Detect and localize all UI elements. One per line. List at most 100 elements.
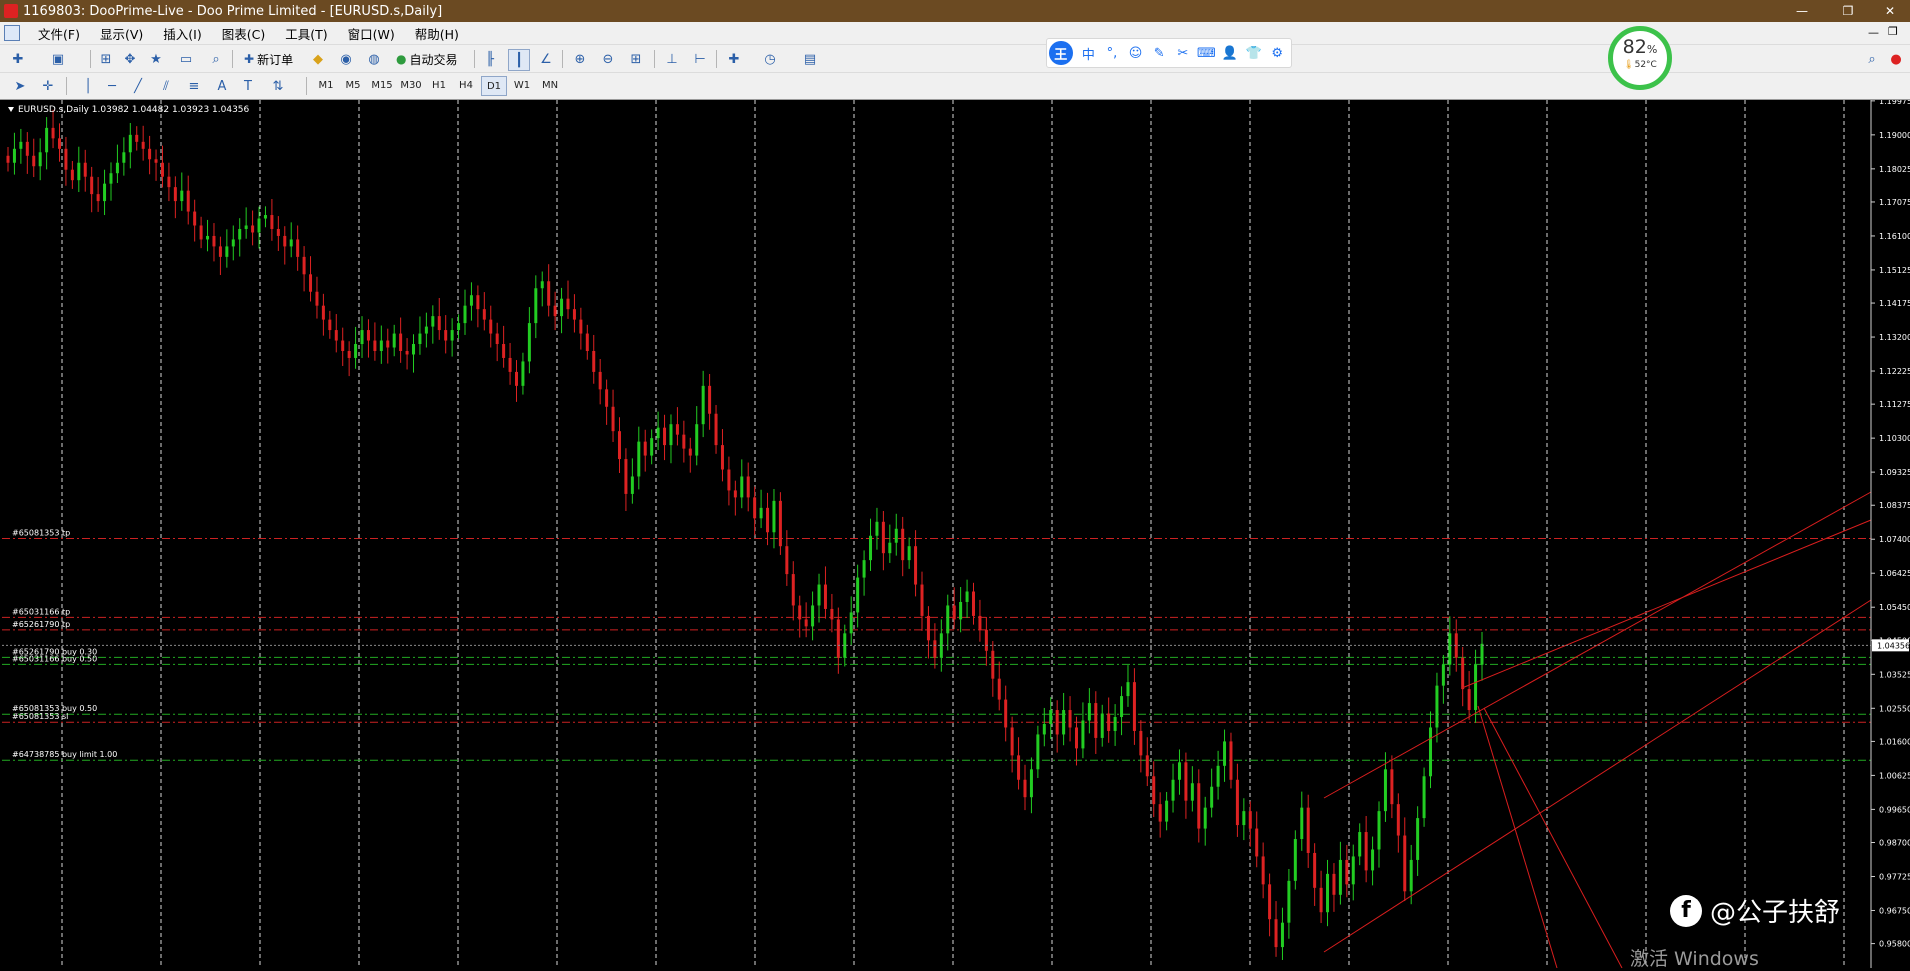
chart-shift-icon[interactable]: ⊢	[690, 49, 710, 69]
pen-icon[interactable]: ✎	[1149, 46, 1169, 61]
candle-body	[244, 225, 248, 229]
price-chart[interactable]: #65081353 tp#65031166 tp#65261790 tp#652…	[2, 100, 1910, 968]
candlestick-icon[interactable]: ┃	[508, 49, 530, 71]
order-label: #65081353 sl	[12, 712, 68, 721]
line-chart-icon[interactable]: ∠	[536, 49, 556, 69]
candle-body	[920, 584, 924, 616]
templates-icon[interactable]: ▤	[800, 49, 820, 69]
arrows-icon[interactable]: ⇅	[268, 76, 288, 96]
timeframe-m15[interactable]: M15	[368, 76, 396, 94]
menu-window[interactable]: 窗口(W)	[338, 24, 405, 43]
navigator-icon[interactable]: ★	[146, 49, 166, 69]
timeframe-w1[interactable]: W1	[510, 76, 534, 94]
punctuation-icon[interactable]: °,	[1102, 46, 1122, 61]
timeframe-h1[interactable]: H1	[427, 76, 451, 94]
bar-chart-icon[interactable]: ╟	[480, 49, 500, 69]
auto-trading-button[interactable]: ● 自动交易	[392, 49, 462, 69]
menu-view[interactable]: 显示(V)	[90, 24, 153, 43]
periods-icon[interactable]: ◷	[760, 49, 780, 69]
candle-body	[1409, 859, 1413, 892]
settings-icon[interactable]: ⚙	[1267, 46, 1287, 61]
menu-tools[interactable]: 工具(T)	[275, 24, 337, 43]
new-chart-icon[interactable]: ✚	[8, 49, 28, 69]
candle-body	[360, 330, 364, 345]
candle-body	[1467, 689, 1471, 711]
auto-scroll-icon[interactable]: ⊥	[662, 49, 682, 69]
text-icon[interactable]: A	[212, 76, 232, 96]
market-icon[interactable]: ◍	[364, 49, 384, 69]
skin-icon[interactable]: 👕	[1244, 46, 1264, 61]
mdi-minimize-icon[interactable]: —	[1868, 26, 1879, 39]
terminal-icon[interactable]: ▭	[176, 49, 196, 69]
candle-body	[296, 239, 300, 257]
candle-body	[431, 316, 435, 327]
candle-body	[1255, 828, 1259, 857]
indicators-icon[interactable]: ✚	[724, 49, 744, 69]
tile-windows-icon[interactable]: ⊞	[626, 49, 646, 69]
ime-mode[interactable]: 中	[1079, 44, 1099, 63]
user-icon[interactable]: 👤	[1220, 46, 1240, 61]
fibonacci-icon[interactable]: ≡	[184, 76, 204, 96]
toolbar-separator	[66, 77, 67, 95]
timeframe-m30[interactable]: M30	[397, 76, 425, 94]
timeframe-m1[interactable]: M1	[314, 76, 338, 94]
candle-body	[849, 612, 853, 634]
market-watch-icon[interactable]: ⊞	[96, 49, 116, 69]
timeframe-mn[interactable]: MN	[538, 76, 562, 94]
restore-icon[interactable]: ❐	[1828, 0, 1868, 22]
menu-insert[interactable]: 插入(I)	[153, 24, 211, 43]
text-label-icon[interactable]: T	[238, 76, 258, 96]
cpu-percent: 82	[1622, 36, 1647, 58]
strategy-tester-icon[interactable]: ⌕	[206, 49, 226, 69]
timeframe-h4[interactable]: H4	[454, 76, 478, 94]
cpu-meter[interactable]: 82% 🌡52°C	[1608, 26, 1672, 90]
candle-body	[894, 528, 898, 543]
keyboard-icon[interactable]: ⌨	[1197, 46, 1217, 61]
scissors-icon[interactable]: ✂	[1173, 46, 1193, 61]
candle-body	[1177, 762, 1181, 780]
channel-icon[interactable]: ⫽	[156, 76, 176, 96]
zoom-in-icon[interactable]: ⊕	[570, 49, 590, 69]
menu-file[interactable]: 文件(F)	[28, 24, 90, 43]
candle-body	[547, 281, 551, 306]
candle-body	[109, 173, 113, 184]
mdi-restore-icon[interactable]: ❐	[1888, 25, 1898, 38]
candle-body	[1197, 783, 1201, 829]
candle-body	[534, 288, 538, 324]
candle-body	[1113, 717, 1117, 731]
candle-body	[701, 385, 705, 425]
metaeditor-icon[interactable]: ◆	[308, 49, 328, 69]
signals-icon[interactable]: ◉	[336, 49, 356, 69]
notification-icon[interactable]: ●	[1886, 49, 1906, 69]
chart-window-icon[interactable]	[4, 25, 20, 41]
zoom-out-icon[interactable]: ⊖	[598, 49, 618, 69]
vertical-line-icon[interactable]: │	[78, 76, 98, 96]
emoji-icon[interactable]: ☺	[1126, 46, 1146, 61]
crosshair-icon[interactable]: ✛	[38, 76, 58, 96]
cursor-icon[interactable]: ➤	[10, 76, 30, 96]
candle-body	[766, 507, 770, 533]
data-window-icon[interactable]: ✥	[120, 49, 140, 69]
candle-body	[585, 333, 589, 351]
menu-help[interactable]: 帮助(H)	[405, 24, 469, 43]
price-label: 1.05450	[1879, 603, 1910, 612]
candle-body	[1268, 884, 1272, 920]
candle-body	[778, 500, 782, 547]
timeframe-d1[interactable]: D1	[481, 76, 507, 96]
new-order-button[interactable]: ✚ 新订单	[240, 49, 297, 69]
close-icon[interactable]: ✕	[1870, 0, 1910, 22]
trendline-icon[interactable]: ╱	[128, 76, 148, 96]
candle-body	[1100, 713, 1104, 738]
candle-body	[1383, 769, 1387, 812]
timeframe-m5[interactable]: M5	[341, 76, 365, 94]
candle-body	[1216, 765, 1220, 787]
candle-body	[83, 162, 87, 177]
menu-charts[interactable]: 图表(C)	[212, 24, 275, 43]
search-icon[interactable]: ⌕	[1862, 49, 1882, 69]
minimize-icon[interactable]: —	[1782, 0, 1822, 22]
candle-body	[437, 316, 441, 331]
profiles-icon[interactable]: ▣	[48, 49, 68, 69]
symbol-info: EURUSD.s,Daily 1.03982 1.04482 1.03923 1…	[18, 105, 250, 115]
horizontal-line-icon[interactable]: ─	[102, 76, 122, 96]
ime-logo[interactable]: 王	[1049, 41, 1073, 65]
